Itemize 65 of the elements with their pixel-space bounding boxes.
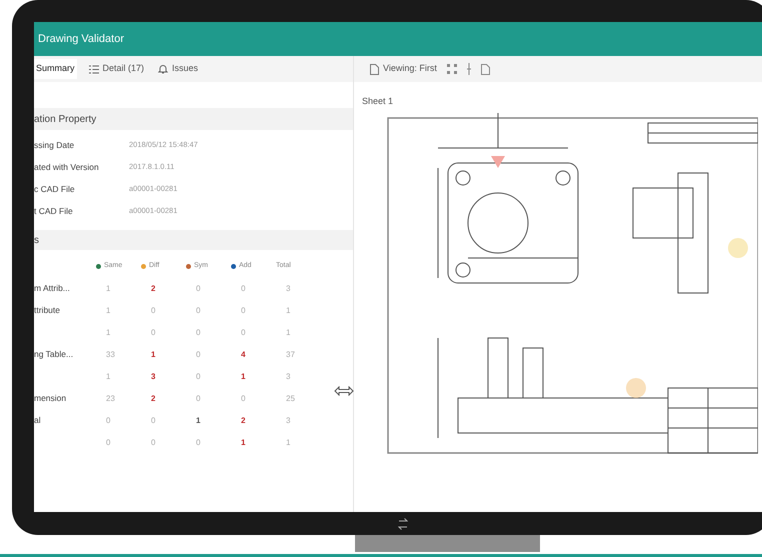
- row-label: ng Table...: [34, 349, 74, 359]
- tab[interactable]: Detail (17): [86, 59, 146, 79]
- table-cell: 0: [241, 328, 246, 337]
- table-cell: 0: [241, 394, 246, 403]
- table-cell: 3: [286, 284, 290, 293]
- table-cell: 1: [286, 306, 290, 315]
- section-header: s: [34, 230, 353, 250]
- table-cell: 1: [106, 328, 110, 337]
- table-cell: 0: [196, 372, 200, 381]
- table-cell: 0: [196, 328, 200, 337]
- bell-icon: [158, 64, 168, 74]
- table-cell: 0: [241, 306, 246, 315]
- tab[interactable]: Issues: [156, 59, 200, 79]
- table-cell: 0: [106, 416, 110, 425]
- table-cell: 33: [106, 350, 115, 359]
- swap-icon: [398, 518, 408, 530]
- table-cell: 4: [241, 350, 246, 359]
- document-icon[interactable]: [480, 64, 490, 74]
- table-cell: 1: [241, 438, 246, 447]
- table-cell: 0: [151, 438, 156, 447]
- table-cell: 0: [241, 284, 246, 293]
- table-cell: 0: [106, 438, 110, 447]
- table-cell: 1: [286, 438, 290, 447]
- viewing-button[interactable]: Viewing: First: [370, 62, 437, 76]
- table-cell: 1: [106, 284, 110, 293]
- table-cell: 0: [151, 416, 156, 425]
- row-label: m Attrib...: [34, 283, 70, 293]
- table-cell: 1: [151, 350, 156, 359]
- list-icon: [88, 64, 99, 74]
- table-cell: 0: [196, 350, 200, 359]
- row-label: al: [34, 415, 41, 425]
- table-cell: 0: [151, 306, 156, 315]
- sheet-label: Sheet 1: [362, 96, 394, 106]
- table-cell: 0: [151, 328, 156, 337]
- table-cell: 23: [106, 394, 115, 403]
- table-cell: 3: [286, 372, 290, 381]
- window-title: Drawing Validator: [38, 32, 124, 47]
- table-cell: 1: [106, 372, 110, 381]
- table-cell: 37: [286, 350, 295, 359]
- resize-arrow-icon[interactable]: [334, 386, 354, 396]
- table-cell: 2: [151, 394, 156, 403]
- table-cell: 3: [286, 416, 290, 425]
- table-cell: 0: [196, 394, 200, 403]
- tab[interactable]: Summary: [34, 59, 77, 79]
- table-cell: 0: [196, 306, 200, 315]
- row-label: mension: [34, 393, 66, 403]
- section-header: ation Property: [34, 108, 353, 130]
- table-cell: 1: [241, 372, 246, 381]
- property-label: t CAD File: [34, 204, 74, 218]
- table-cell: 1: [196, 416, 200, 425]
- table-cell: 2: [151, 284, 156, 293]
- row-label: ttribute: [34, 305, 60, 315]
- table-cell: 0: [196, 284, 200, 293]
- property-label: c CAD File: [34, 182, 76, 196]
- table-cell: 2: [241, 416, 246, 425]
- table-cell: 25: [286, 394, 295, 403]
- property-label: ated with Version: [34, 160, 100, 174]
- table-cell: 1: [286, 328, 290, 337]
- grid-icon[interactable]: [446, 64, 457, 74]
- ruler-icon[interactable]: [466, 63, 471, 75]
- property-label: ssing Date: [34, 138, 76, 152]
- table-cell: 0: [196, 438, 200, 447]
- document-icon: [370, 64, 379, 74]
- table-cell: 3: [151, 372, 156, 381]
- table-cell: 1: [106, 306, 110, 315]
